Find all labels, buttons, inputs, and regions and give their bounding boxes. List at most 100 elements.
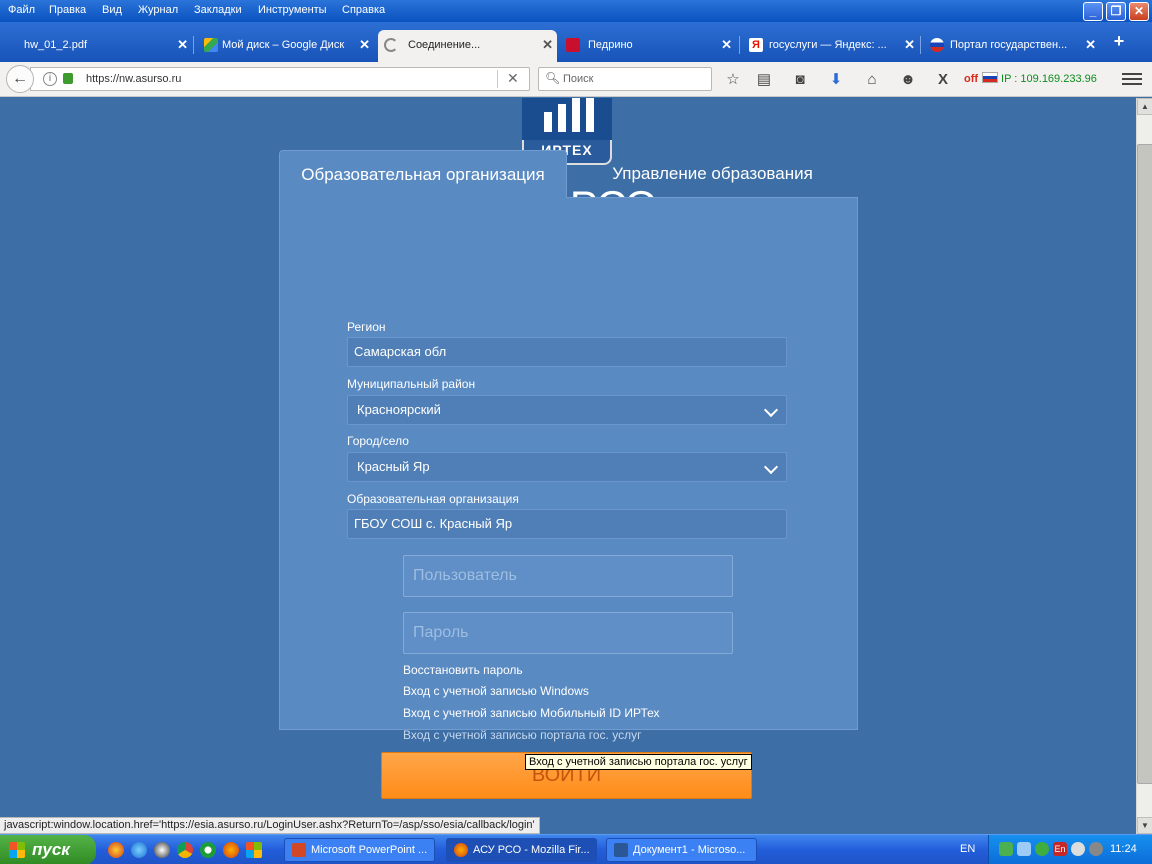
browser-tab-active[interactable]: Соединение... ✕ bbox=[378, 30, 557, 62]
windows-app-icon[interactable] bbox=[246, 842, 262, 858]
org-field[interactable]: ГБОУ СОШ с. Красный Яр bbox=[347, 509, 787, 539]
settings-tray-icon[interactable] bbox=[1071, 842, 1085, 856]
tray-arrow-icon[interactable] bbox=[999, 842, 1013, 856]
volume-icon[interactable] bbox=[1089, 842, 1103, 856]
username-input[interactable]: Пользователь bbox=[403, 555, 733, 597]
home-icon[interactable]: ⌂ bbox=[862, 70, 882, 90]
clock: 11:24 bbox=[1110, 843, 1137, 855]
tab-label: госуслуги — Яндекс: ... bbox=[769, 39, 887, 51]
back-button[interactable]: ← bbox=[6, 65, 34, 93]
password-input[interactable]: Пароль bbox=[403, 612, 733, 654]
tab-close-icon[interactable]: ✕ bbox=[542, 37, 553, 53]
browser-tab[interactable]: Мой диск – Google Диск ✕ bbox=[198, 30, 374, 62]
download-icon[interactable]: ⬇ bbox=[826, 70, 846, 90]
tab-label: Соединение... bbox=[408, 39, 481, 51]
tab-label: Портал государствен... bbox=[950, 39, 1068, 51]
menu-edit[interactable]: Правка bbox=[49, 4, 86, 16]
browser-tab[interactable]: Портал государствен... ✕ bbox=[924, 30, 1100, 62]
tab-education-org[interactable]: Образовательная организация bbox=[279, 150, 567, 198]
tab-close-icon[interactable]: ✕ bbox=[359, 37, 370, 53]
region-label: Регион bbox=[347, 320, 386, 334]
url-text[interactable]: https://nw.asurso.ru bbox=[86, 73, 181, 85]
loading-spinner-icon bbox=[384, 38, 398, 52]
tooltip: Вход с учетной записью портала гос. услу… bbox=[525, 754, 752, 770]
pedrino-icon bbox=[566, 38, 580, 52]
lock-icon[interactable] bbox=[63, 73, 73, 84]
hamburger-menu-icon[interactable] bbox=[1122, 70, 1142, 88]
firefox-icon bbox=[454, 843, 468, 857]
bookmark-star-icon[interactable]: ☆ bbox=[723, 70, 743, 90]
ip-off-label: off bbox=[964, 73, 979, 85]
ip-indicator[interactable]: off IP : 109.169.233.96 bbox=[964, 72, 1097, 85]
mobile-id-login-link[interactable]: Вход с учетной записью Мобильный ID ИРТе… bbox=[403, 706, 660, 720]
region-field[interactable]: Самарская обл bbox=[347, 337, 787, 367]
tab-close-icon[interactable]: ✕ bbox=[721, 37, 732, 53]
tab-label: Мой диск – Google Диск bbox=[222, 39, 345, 51]
punto-switcher-icon[interactable]: En bbox=[1053, 842, 1067, 856]
task-powerpoint[interactable]: Microsoft PowerPoint ... bbox=[284, 838, 435, 862]
org-label: Образовательная организация bbox=[347, 492, 519, 506]
windows-taskbar: пуск Microsoft PowerPoint ... АСУ РСО - … bbox=[0, 834, 1152, 864]
start-button[interactable]: пуск bbox=[0, 835, 96, 864]
extension-x-icon[interactable]: X bbox=[933, 70, 953, 90]
language-indicator[interactable]: EN bbox=[960, 843, 975, 855]
task-label: Документ1 - Microso... bbox=[633, 844, 746, 856]
close-window-button[interactable]: ✕ bbox=[1129, 2, 1149, 21]
network-icon[interactable] bbox=[1017, 842, 1031, 856]
city-value: Красный Яр bbox=[357, 459, 430, 474]
menu-bookmarks[interactable]: Закладки bbox=[194, 4, 242, 16]
browser-tab[interactable]: Педрино ✕ bbox=[560, 30, 736, 62]
tab-close-icon[interactable]: ✕ bbox=[904, 37, 915, 53]
menu-tools[interactable]: Инструменты bbox=[258, 4, 327, 16]
navigation-bar: i https://nw.asurso.ru ✕ ← 🔍︎ Поиск ☆ ▤ … bbox=[0, 62, 1152, 97]
scroll-down-arrow-icon[interactable]: ▼ bbox=[1137, 817, 1152, 834]
browser-tab[interactable]: hw_01_2.pdf ✕ bbox=[0, 30, 192, 62]
search-input[interactable]: Поиск bbox=[563, 73, 593, 85]
browser-tab[interactable]: Я госуслуги — Яндекс: ... ✕ bbox=[743, 30, 919, 62]
tab-education-management[interactable]: Управление образования bbox=[567, 150, 858, 198]
city-select[interactable]: Красный Яр bbox=[347, 452, 787, 482]
media-player-icon[interactable] bbox=[154, 842, 170, 858]
stop-loading-icon[interactable]: ✕ bbox=[507, 70, 519, 87]
browser-menubar: Файл Правка Вид Журнал Закладки Инструме… bbox=[0, 0, 1152, 22]
url-bar[interactable]: i https://nw.asurso.ru ✕ bbox=[30, 67, 530, 91]
tab-label: hw_01_2.pdf bbox=[24, 39, 87, 51]
menu-view[interactable]: Вид bbox=[102, 4, 122, 16]
district-value: Красноярский bbox=[357, 402, 441, 417]
firefox-quicklaunch-icon[interactable] bbox=[223, 842, 239, 858]
opera-icon[interactable] bbox=[108, 842, 124, 858]
info-icon[interactable]: i bbox=[43, 72, 57, 86]
utorrent-icon[interactable] bbox=[200, 842, 216, 858]
google-drive-icon bbox=[204, 38, 218, 52]
powerpoint-icon bbox=[292, 843, 306, 857]
menu-help[interactable]: Справка bbox=[342, 4, 385, 16]
new-tab-button[interactable]: + bbox=[1108, 31, 1130, 53]
district-label: Муниципальный район bbox=[347, 377, 476, 391]
gosuslugi-login-link[interactable]: Вход с учетной записью портала гос. услу… bbox=[403, 728, 641, 742]
tab-close-icon[interactable]: ✕ bbox=[1085, 37, 1096, 53]
antivirus-icon[interactable] bbox=[1035, 842, 1049, 856]
tab-label: Педрино bbox=[588, 39, 633, 51]
chrome-icon[interactable] bbox=[177, 842, 193, 858]
scroll-up-arrow-icon[interactable]: ▲ bbox=[1137, 98, 1152, 115]
windows-login-link[interactable]: Вход с учетной записью Windows bbox=[403, 684, 589, 698]
menu-file[interactable]: Файл bbox=[8, 4, 35, 16]
gosuslugi-icon bbox=[930, 38, 944, 52]
minimize-button[interactable]: _ bbox=[1083, 2, 1103, 21]
start-label: пуск bbox=[32, 840, 70, 859]
task-firefox[interactable]: АСУ РСО - Mozilla Fir... bbox=[446, 838, 597, 862]
pocket-icon[interactable]: ◙ bbox=[790, 70, 810, 90]
ie-icon[interactable] bbox=[131, 842, 147, 858]
task-word[interactable]: Документ1 - Microso... bbox=[606, 838, 757, 862]
restore-password-link[interactable]: Восстановить пароль bbox=[403, 663, 523, 677]
vertical-scrollbar[interactable]: ▲ ▼ bbox=[1136, 98, 1152, 834]
scroll-thumb[interactable] bbox=[1137, 144, 1152, 784]
word-icon bbox=[614, 843, 628, 857]
reading-list-icon[interactable]: ▤ bbox=[754, 70, 774, 90]
menu-history[interactable]: Журнал bbox=[138, 4, 178, 16]
emoji-icon[interactable]: ☻ bbox=[898, 70, 918, 90]
search-box[interactable]: 🔍︎ Поиск bbox=[538, 67, 712, 91]
tab-close-icon[interactable]: ✕ bbox=[177, 37, 188, 53]
district-select[interactable]: Красноярский bbox=[347, 395, 787, 425]
restore-button[interactable]: ❐ bbox=[1106, 2, 1126, 21]
